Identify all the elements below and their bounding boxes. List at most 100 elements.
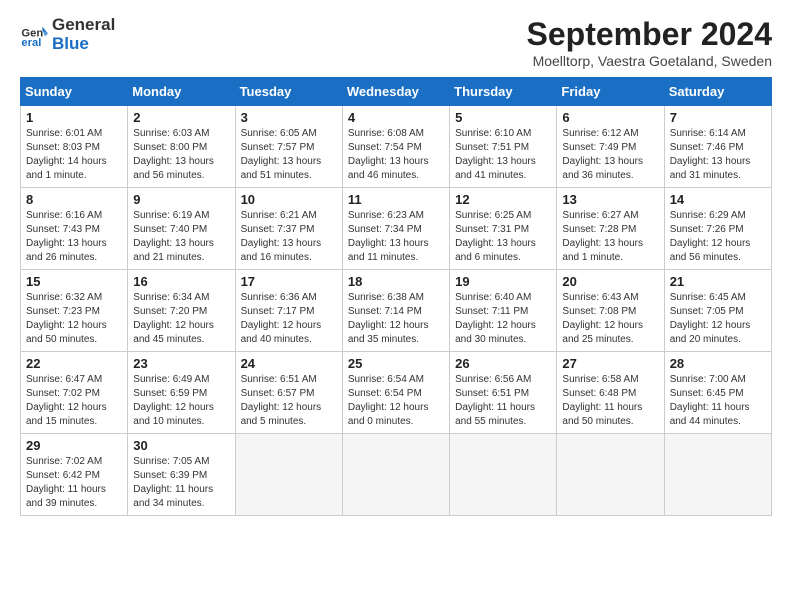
svg-text:eral: eral	[21, 37, 41, 49]
cell-content: Sunrise: 6:32 AMSunset: 7:23 PMDaylight:…	[26, 291, 122, 347]
calendar-cell: 23Sunrise: 6:49 AMSunset: 6:59 PMDayligh…	[128, 352, 235, 434]
calendar-cell: 7Sunrise: 6:14 AMSunset: 7:46 PMDaylight…	[664, 106, 771, 188]
day-number: 14	[670, 192, 766, 207]
weekday-header-tuesday: Tuesday	[235, 78, 342, 106]
cell-content: Sunrise: 6:54 AMSunset: 6:54 PMDaylight:…	[348, 373, 444, 429]
location-text: Moelltorp, Vaestra Goetaland, Sweden	[527, 53, 772, 69]
calendar-cell: 22 Sunrise: 6:47 AMSunset: 7:02 PMDayligh…	[21, 352, 128, 434]
calendar-cell: 15 Sunrise: 6:32 AMSunset: 7:23 PMDayligh…	[21, 270, 128, 352]
weekday-header-friday: Friday	[557, 78, 664, 106]
calendar-cell	[342, 434, 449, 516]
title-block: September 2024 Moelltorp, Vaestra Goetal…	[527, 16, 772, 69]
calendar-cell: 18Sunrise: 6:38 AMSunset: 7:14 PMDayligh…	[342, 270, 449, 352]
day-number: 13	[562, 192, 658, 207]
day-number: 4	[348, 110, 444, 125]
day-number: 6	[562, 110, 658, 125]
calendar-cell: 8 Sunrise: 6:16 AMSunset: 7:43 PMDaylight…	[21, 188, 128, 270]
day-number: 27	[562, 356, 658, 371]
cell-content: Sunrise: 6:23 AMSunset: 7:34 PMDaylight:…	[348, 209, 444, 265]
calendar-table: SundayMondayTuesdayWednesdayThursdayFrid…	[20, 77, 772, 516]
cell-content: Sunrise: 6:40 AMSunset: 7:11 PMDaylight:…	[455, 291, 551, 347]
cell-content: Sunrise: 6:47 AMSunset: 7:02 PMDaylight:…	[26, 373, 122, 429]
cell-content: Sunrise: 6:45 AMSunset: 7:05 PMDaylight:…	[670, 291, 766, 347]
calendar-cell: 9Sunrise: 6:19 AMSunset: 7:40 PMDaylight…	[128, 188, 235, 270]
calendar-cell	[450, 434, 557, 516]
weekday-header-row: SundayMondayTuesdayWednesdayThursdayFrid…	[21, 78, 772, 106]
calendar-cell: 27 Sunrise: 6:58 AMSunset: 6:48 PMDayligh…	[557, 352, 664, 434]
calendar-cell: 19 Sunrise: 6:40 AMSunset: 7:11 PMDayligh…	[450, 270, 557, 352]
logo-text-blue: Blue	[52, 34, 89, 53]
page-header: Gen eral General Blue September 2024 Moe…	[20, 16, 772, 69]
calendar-cell: 4 Sunrise: 6:08 AMSunset: 7:54 PMDaylight…	[342, 106, 449, 188]
calendar-cell	[557, 434, 664, 516]
day-number: 22	[26, 356, 122, 371]
calendar-cell	[664, 434, 771, 516]
weekday-header-wednesday: Wednesday	[342, 78, 449, 106]
calendar-cell: 14 Sunrise: 6:29 AMSunset: 7:26 PMDayligh…	[664, 188, 771, 270]
day-number: 16	[133, 274, 229, 289]
calendar-cell: 17Sunrise: 6:36 AMSunset: 7:17 PMDayligh…	[235, 270, 342, 352]
day-number: 1	[26, 110, 122, 125]
calendar-week-3: 15 Sunrise: 6:32 AMSunset: 7:23 PMDayligh…	[21, 270, 772, 352]
calendar-cell: 1 Sunrise: 6:01 AMSunset: 8:03 PMDaylight…	[21, 106, 128, 188]
day-number: 2	[133, 110, 229, 125]
day-number: 7	[670, 110, 766, 125]
cell-content: Sunrise: 6:08 AMSunset: 7:54 PMDaylight:…	[348, 127, 444, 183]
cell-content: Sunrise: 6:29 AMSunset: 7:26 PMDaylight:…	[670, 209, 766, 265]
weekday-header-sunday: Sunday	[21, 78, 128, 106]
day-number: 3	[241, 110, 337, 125]
calendar-cell: 20 Sunrise: 6:43 AMSunset: 7:08 PMDayligh…	[557, 270, 664, 352]
day-number: 24	[241, 356, 337, 371]
day-number: 17	[241, 274, 337, 289]
day-number: 25	[348, 356, 444, 371]
day-number: 21	[670, 274, 766, 289]
day-number: 20	[562, 274, 658, 289]
calendar-cell: 29 Sunrise: 7:02 AMSunset: 6:42 PMDayligh…	[21, 434, 128, 516]
cell-content: Sunrise: 6:58 AMSunset: 6:48 PMDaylight:…	[562, 373, 658, 429]
cell-content: Sunrise: 6:25 AMSunset: 7:31 PMDaylight:…	[455, 209, 551, 265]
cell-content: Sunrise: 7:05 AMSunset: 6:39 PMDaylight:…	[133, 455, 229, 511]
calendar-cell: 5 Sunrise: 6:10 AMSunset: 7:51 PMDaylight…	[450, 106, 557, 188]
calendar-cell: 3Sunrise: 6:05 AMSunset: 7:57 PMDaylight…	[235, 106, 342, 188]
calendar-cell: 28 Sunrise: 7:00 AMSunset: 6:45 PMDayligh…	[664, 352, 771, 434]
day-number: 23	[133, 356, 229, 371]
cell-content: Sunrise: 6:34 AMSunset: 7:20 PMDaylight:…	[133, 291, 229, 347]
cell-content: Sunrise: 6:16 AMSunset: 7:43 PMDaylight:…	[26, 209, 122, 265]
calendar-week-4: 22 Sunrise: 6:47 AMSunset: 7:02 PMDayligh…	[21, 352, 772, 434]
calendar-cell: 24Sunrise: 6:51 AMSunset: 6:57 PMDayligh…	[235, 352, 342, 434]
cell-content: Sunrise: 6:10 AMSunset: 7:51 PMDaylight:…	[455, 127, 551, 183]
day-number: 12	[455, 192, 551, 207]
day-number: 26	[455, 356, 551, 371]
calendar-cell: 11 Sunrise: 6:23 AMSunset: 7:34 PMDayligh…	[342, 188, 449, 270]
calendar-cell: 30 Sunrise: 7:05 AMSunset: 6:39 PMDayligh…	[128, 434, 235, 516]
calendar-cell: 26 Sunrise: 6:56 AMSunset: 6:51 PMDayligh…	[450, 352, 557, 434]
calendar-cell: 25 Sunrise: 6:54 AMSunset: 6:54 PMDayligh…	[342, 352, 449, 434]
cell-content: Sunrise: 6:43 AMSunset: 7:08 PMDaylight:…	[562, 291, 658, 347]
calendar-week-5: 29 Sunrise: 7:02 AMSunset: 6:42 PMDayligh…	[21, 434, 772, 516]
day-number: 29	[26, 438, 122, 453]
cell-content: Sunrise: 7:02 AMSunset: 6:42 PMDaylight:…	[26, 455, 122, 511]
day-number: 11	[348, 192, 444, 207]
logo: Gen eral General Blue	[20, 16, 115, 53]
day-number: 8	[26, 192, 122, 207]
calendar-week-2: 8 Sunrise: 6:16 AMSunset: 7:43 PMDaylight…	[21, 188, 772, 270]
cell-content: Sunrise: 7:00 AMSunset: 6:45 PMDaylight:…	[670, 373, 766, 429]
weekday-header-thursday: Thursday	[450, 78, 557, 106]
calendar-cell: 21 Sunrise: 6:45 AMSunset: 7:05 PMDayligh…	[664, 270, 771, 352]
cell-content: Sunrise: 6:12 AMSunset: 7:49 PMDaylight:…	[562, 127, 658, 183]
cell-content: Sunrise: 6:56 AMSunset: 6:51 PMDaylight:…	[455, 373, 551, 429]
cell-content: Sunrise: 6:21 AMSunset: 7:37 PMDaylight:…	[241, 209, 337, 265]
day-number: 10	[241, 192, 337, 207]
calendar-cell: 2 Sunrise: 6:03 AMSunset: 8:00 PMDaylight…	[128, 106, 235, 188]
calendar-cell: 16 Sunrise: 6:34 AMSunset: 7:20 PMDayligh…	[128, 270, 235, 352]
cell-content: Sunrise: 6:01 AMSunset: 8:03 PMDaylight:…	[26, 127, 122, 183]
calendar-cell	[235, 434, 342, 516]
logo-icon: Gen eral	[20, 21, 48, 49]
weekday-header-monday: Monday	[128, 78, 235, 106]
cell-content: Sunrise: 6:03 AMSunset: 8:00 PMDaylight:…	[133, 127, 229, 183]
day-number: 5	[455, 110, 551, 125]
day-number: 30	[133, 438, 229, 453]
day-number: 15	[26, 274, 122, 289]
day-number: 19	[455, 274, 551, 289]
day-number: 28	[670, 356, 766, 371]
